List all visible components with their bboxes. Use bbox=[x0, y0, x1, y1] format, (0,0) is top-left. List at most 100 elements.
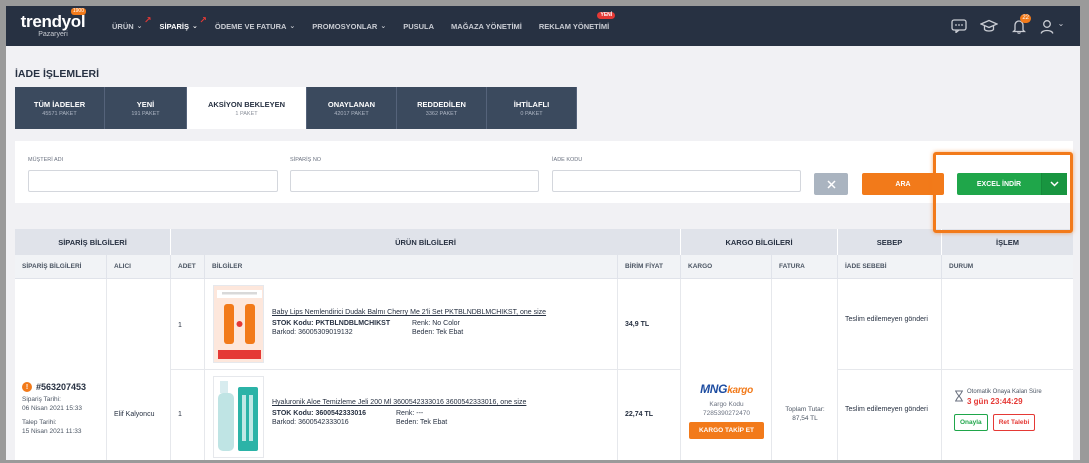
size-value: Tek Ebat bbox=[436, 329, 464, 336]
approve-button[interactable]: Onayla bbox=[954, 414, 988, 431]
unit-price: 34,9 TL bbox=[625, 321, 650, 328]
tab-label: YENİ bbox=[136, 99, 155, 109]
tab-count: 42017 PAKET bbox=[334, 110, 369, 117]
stock-code: 3600542333016 bbox=[315, 410, 367, 417]
returns-table: SİPARİŞ BİLGİLERİ ÜRÜN BİLGİLERİ KARGO B… bbox=[15, 229, 1073, 460]
order-number[interactable]: ! #563207453 bbox=[22, 382, 86, 392]
color-attr: Renk: No Color bbox=[412, 320, 460, 327]
close-icon bbox=[826, 179, 836, 189]
tab-label: ONAYLANAN bbox=[327, 99, 376, 109]
reason-cell: Teslim edilemeyen gönderi bbox=[838, 279, 942, 370]
chat-icon[interactable] bbox=[944, 19, 974, 33]
nav-magaza-yonetimi[interactable]: MAĞAZA YÖNETİMİ bbox=[451, 22, 522, 31]
product-details: Hyaluronik Aloe Temizleme Jeli 200 Ml 36… bbox=[272, 399, 526, 426]
tab-ihtilafli[interactable]: İHTİLAFLI 0 PAKET bbox=[487, 87, 577, 129]
action-highlight-box bbox=[933, 152, 1073, 233]
timer-label: Otomatik Onaya Kalan Süre bbox=[967, 389, 1042, 395]
order-number-input[interactable] bbox=[290, 170, 539, 192]
search-button[interactable]: ARA bbox=[862, 173, 944, 195]
tab-aksiyon-bekleyen[interactable]: AKSİYON BEKLEYEN 1 PAKET bbox=[187, 87, 307, 129]
col-kargo: KARGO bbox=[681, 255, 772, 278]
customer-name-label: MÜŞTERİ ADI bbox=[28, 157, 64, 163]
col-birim-fiyat: BİRİM FİYAT bbox=[618, 255, 681, 278]
logo-badge: 1900 bbox=[70, 8, 86, 15]
invoice-cell: Toplam Tutar: 87,54 TL bbox=[772, 279, 838, 460]
product-title-link[interactable]: Hyaluronik Aloe Temizleme Jeli 200 Ml 36… bbox=[272, 399, 526, 406]
product-info-cell: Baby Lips Nemlendirici Dudak Balmı Cherr… bbox=[205, 279, 618, 370]
unit-price: 22,74 TL bbox=[625, 411, 654, 418]
status-cell: Otomatik Onaya Kalan Süre 3 gün 23:44:29… bbox=[942, 370, 1073, 460]
nav-reklam-yonetimi[interactable]: REKLAM YÖNETİMİ YENİ bbox=[539, 11, 616, 31]
tab-count: 0 PAKET bbox=[520, 110, 543, 117]
user-menu[interactable]: ⌄ bbox=[1034, 19, 1070, 34]
order-date-label: Sipariş Tarihi: bbox=[22, 396, 61, 403]
return-code-filter: İADE KODU bbox=[552, 157, 801, 192]
tab-label: İHTİLAFLI bbox=[513, 99, 550, 109]
tab-yeni[interactable]: YENİ 191 PAKET bbox=[105, 87, 187, 129]
nav-odeme-fatura[interactable]: ÖDEME VE FATURA ⌄ bbox=[215, 22, 295, 31]
nav-siparis[interactable]: SİPARİŞ ⌄ ↗ bbox=[160, 15, 207, 31]
clear-filters-button[interactable] bbox=[814, 173, 848, 195]
chevron-down-icon: ⌄ bbox=[136, 23, 143, 30]
color-value: No Color bbox=[432, 320, 460, 327]
order-info-cell: ! #563207453 Sipariş Tarihi: 06 Nisan 20… bbox=[15, 279, 107, 460]
request-date: 15 Nisan 2021 11:33 bbox=[22, 428, 82, 435]
main-menu: ÜRÜN ⌄ ↗ SİPARİŞ ⌄ ↗ ÖDEME VE FATURA ⌄ P… bbox=[112, 6, 626, 46]
color-label: Renk: bbox=[412, 320, 431, 327]
col-siparis-bilgileri: SİPARİŞ BİLGİLERİ bbox=[15, 255, 107, 278]
alert-flag-icon: ↗ bbox=[199, 14, 207, 25]
customer-name-input[interactable] bbox=[28, 170, 278, 192]
invoice-total-value: 87,54 TL bbox=[792, 415, 818, 422]
return-status-tabs: TÜM İADELER 45571 PAKET YENİ 191 PAKET A… bbox=[15, 87, 1080, 129]
mng-kargo-logo: MNGkargo bbox=[700, 382, 753, 396]
graduation-cap-icon[interactable] bbox=[974, 19, 1004, 33]
tab-label: TÜM İADELER bbox=[33, 99, 86, 109]
table-group-header: SİPARİŞ BİLGİLERİ ÜRÜN BİLGİLERİ KARGO B… bbox=[15, 229, 1073, 255]
product-details: Baby Lips Nemlendirici Dudak Balmı Cherr… bbox=[272, 309, 546, 336]
col-bilgiler: BİLGİLER bbox=[205, 255, 618, 278]
col-alici: ALICI bbox=[107, 255, 171, 278]
track-cargo-button[interactable]: KARGO TAKİP ET bbox=[689, 422, 764, 439]
product-thumbnail[interactable] bbox=[213, 376, 264, 458]
cargo-cell: MNGkargo Kargo Kodu 7285390272470 KARGO … bbox=[681, 279, 772, 460]
col-adet: ADET bbox=[171, 255, 205, 278]
filter-panel: MÜŞTERİ ADI SİPARİŞ NO İADE KODU ARA EXC… bbox=[15, 141, 1073, 203]
buyer-name: Elif Kalyoncu bbox=[114, 411, 155, 418]
hourglass-icon bbox=[955, 390, 963, 402]
nav-magaza-label: MAĞAZA YÖNETİMİ bbox=[451, 21, 522, 31]
return-code-label: İADE KODU bbox=[552, 157, 583, 163]
return-reason: Teslim edilemeyen gönderi bbox=[845, 406, 928, 413]
product-title-link[interactable]: Baby Lips Nemlendirici Dudak Balmı Cherr… bbox=[272, 309, 546, 316]
trendyol-logo[interactable]: trendyol Pazaryeri 1900 bbox=[20, 8, 86, 39]
logo-subtitle: Pazaryeri bbox=[38, 31, 68, 38]
bell-icon[interactable]: 22 bbox=[1004, 13, 1034, 34]
price-cell: 22,74 TL bbox=[618, 370, 681, 460]
buyer-cell: Elif Kalyoncu bbox=[107, 279, 171, 460]
nav-urun[interactable]: ÜRÜN ⌄ ↗ bbox=[112, 15, 152, 31]
product-thumbnail[interactable] bbox=[213, 285, 264, 363]
color-attr: Renk: --- bbox=[396, 410, 423, 417]
invoice-total: Toplam Tutar: 87,54 TL bbox=[772, 405, 838, 423]
group-sebep: SEBEP bbox=[838, 229, 942, 255]
tab-reddedilen[interactable]: REDDEDİLEN 3362 PAKET bbox=[397, 87, 487, 129]
tab-onaylanan[interactable]: ONAYLANAN 42017 PAKET bbox=[307, 87, 397, 129]
cargo-code: 7285390272470 bbox=[703, 410, 750, 417]
stock-code: PKTBLNDBLMCHIKST bbox=[315, 320, 391, 327]
group-siparis-bilgileri: SİPARİŞ BİLGİLERİ bbox=[15, 229, 171, 255]
product-qty: 1 bbox=[178, 411, 182, 418]
tab-tum-iadeler[interactable]: TÜM İADELER 45571 PAKET bbox=[15, 87, 105, 129]
nav-promosyonlar[interactable]: PROMOSYONLAR ⌄ bbox=[312, 22, 386, 31]
chevron-down-icon: ⌄ bbox=[289, 23, 296, 30]
nav-pusula[interactable]: PUSULA bbox=[403, 22, 434, 31]
cargo-code-label: Kargo Kodu bbox=[709, 401, 744, 408]
tab-label: REDDEDİLEN bbox=[417, 99, 466, 109]
user-icon bbox=[1040, 19, 1054, 34]
nav-pusula-label: PUSULA bbox=[403, 21, 435, 31]
reject-request-button[interactable]: Ret Talebi bbox=[992, 414, 1036, 431]
barcode: 3600542333016 bbox=[298, 419, 349, 426]
customer-filter: MÜŞTERİ ADI bbox=[28, 157, 278, 192]
return-code-input[interactable] bbox=[552, 170, 801, 192]
product-info-cell: Hyaluronik Aloe Temizleme Jeli 200 Ml 36… bbox=[205, 370, 618, 460]
nav-urun-label: ÜRÜN bbox=[112, 21, 134, 31]
tab-label: AKSİYON BEKLEYEN bbox=[207, 99, 286, 109]
